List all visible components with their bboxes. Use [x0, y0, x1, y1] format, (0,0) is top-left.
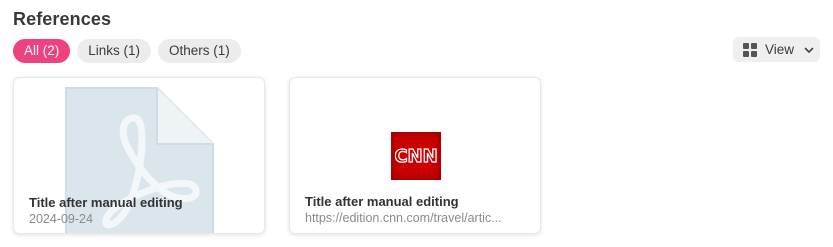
cnn-logo-mark: CNN: [395, 145, 437, 167]
view-button-label: View: [765, 42, 795, 57]
card-title: Title after manual editing: [305, 194, 459, 209]
cnn-logo: CNN: [391, 132, 441, 180]
card-text: Title after manual editing https://editi…: [305, 194, 528, 225]
filter-others[interactable]: Others (1): [158, 39, 241, 63]
reference-card[interactable]: CNN Title after manual editing https://e…: [289, 77, 541, 234]
references-panel: References All (2) Links (1) Others (1) …: [0, 0, 833, 247]
filter-links[interactable]: Links (1): [77, 39, 152, 63]
section-title: References: [13, 9, 112, 29]
card-title: Title after manual editing: [29, 195, 183, 210]
card-url[interactable]: https://edition.cnn.com/travel/artic...: [305, 211, 528, 225]
chevron-down-icon: [804, 47, 814, 53]
reference-card[interactable]: Title after manual editing 2024-09-24: [13, 77, 265, 234]
svg-text:CNN: CNN: [395, 146, 437, 167]
card-text: Title after manual editing 2024-09-24: [29, 195, 252, 226]
grid-icon: [743, 42, 757, 57]
card-date: 2024-09-24: [29, 212, 93, 226]
filter-all[interactable]: All (2): [13, 39, 71, 63]
view-button[interactable]: View: [733, 37, 820, 62]
filter-chips: All (2) Links (1) Others (1): [13, 39, 241, 63]
